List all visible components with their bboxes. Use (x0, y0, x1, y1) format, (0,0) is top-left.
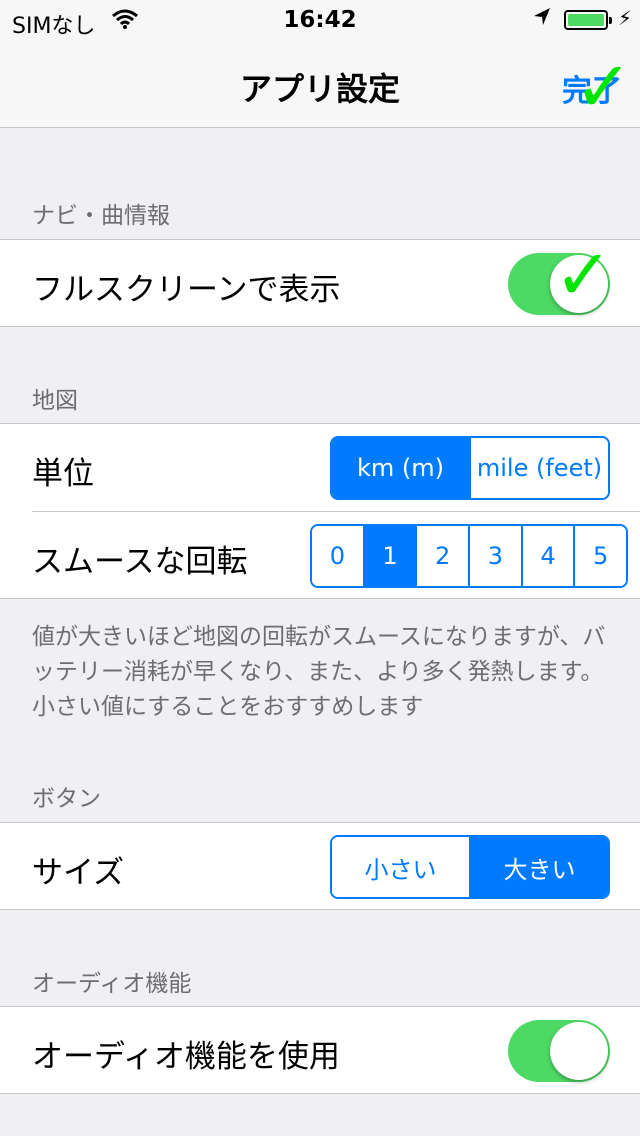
toggle-knob (550, 1022, 608, 1080)
group-button: サイズ 小さい 大きい (0, 822, 640, 910)
size-label: サイズ (32, 855, 125, 891)
section-header-map: 地図 (32, 388, 78, 414)
section-header-audio: オーディオ機能 (32, 971, 192, 997)
rotation-option-5[interactable]: 5 (573, 526, 626, 586)
rotation-option-0[interactable]: 0 (312, 526, 363, 586)
group-navi: フルスクリーンで表示 (0, 239, 640, 327)
group-map: 単位 km (m) mile (feet) スムースな回転 0 1 2 3 4 … (0, 423, 640, 599)
audio-toggle[interactable] (508, 1020, 610, 1082)
size-option-large[interactable]: 大きい (469, 837, 608, 897)
battery-icon (564, 10, 612, 30)
audio-use-label: オーディオ機能を使用 (32, 1039, 340, 1075)
navigation-bar: アプリ設定 完了 (0, 40, 640, 128)
rotation-option-4[interactable]: 4 (520, 526, 574, 586)
section-header-button: ボタン (32, 786, 101, 812)
rotation-footer-note: 値が大きいほど地図の回転がスムースになりますが、バッテリー消耗が早くなり、また、… (32, 624, 606, 720)
size-segmented-control[interactable]: 小さい 大きい (330, 835, 610, 899)
unit-label: 単位 (32, 456, 94, 492)
toggle-knob (550, 255, 608, 313)
rotation-option-3[interactable]: 3 (468, 526, 521, 586)
section-header-navi: ナビ・曲情報 (32, 203, 170, 229)
group-audio: オーディオ機能を使用 (0, 1006, 640, 1094)
rotation-label: スムースな回転 (32, 544, 248, 580)
unit-segmented-control[interactable]: km (m) mile (feet) (330, 436, 610, 500)
charging-bolt-icon: ⚡ (618, 6, 633, 30)
unit-option-km[interactable]: km (m) (332, 438, 469, 498)
fullscreen-toggle[interactable] (508, 253, 610, 315)
rotation-option-2[interactable]: 2 (415, 526, 469, 586)
fullscreen-label: フルスクリーンで表示 (32, 272, 341, 308)
page-title: アプリ設定 (239, 70, 400, 108)
cell-separator (32, 511, 640, 512)
unit-option-mile[interactable]: mile (feet) (469, 438, 608, 498)
size-option-small[interactable]: 小さい (332, 837, 469, 897)
done-button[interactable]: 完了 (562, 66, 622, 110)
status-bar: SIMなし 16:42 ⚡ (0, 0, 640, 40)
location-arrow-icon (532, 6, 552, 34)
rotation-segmented-control[interactable]: 0 1 2 3 4 5 (310, 524, 628, 588)
rotation-option-1[interactable]: 1 (362, 526, 416, 586)
